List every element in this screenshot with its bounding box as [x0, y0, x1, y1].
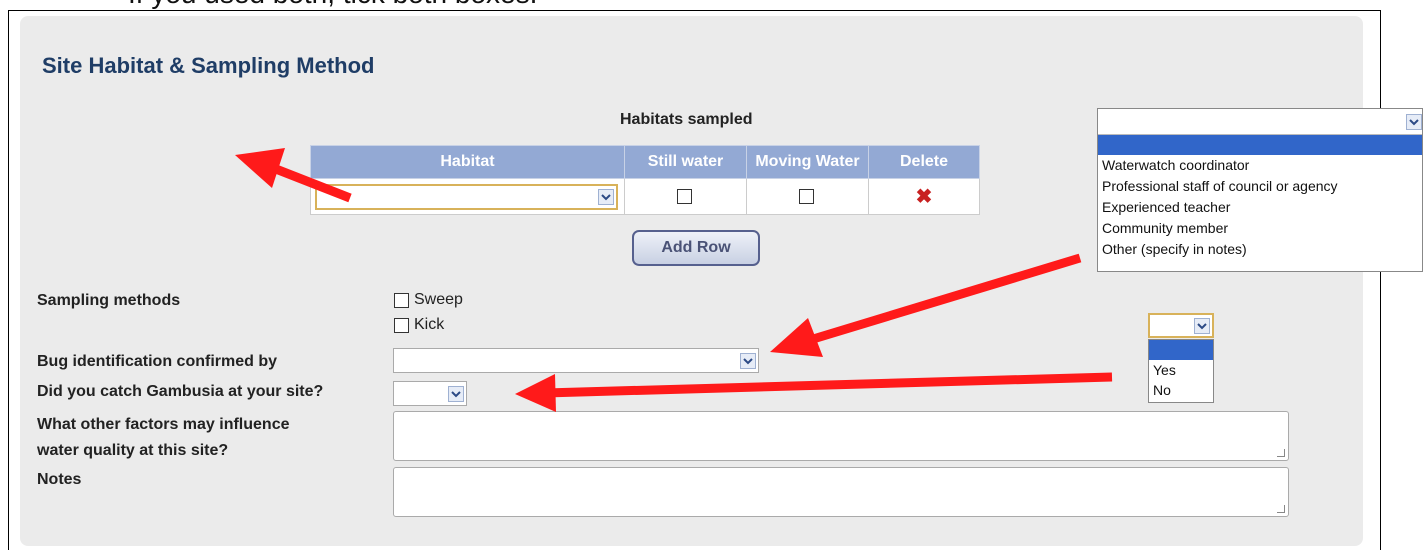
arrow-head	[515, 374, 556, 412]
arrow-head	[235, 148, 285, 188]
annotation-arrows	[235, 148, 1113, 412]
arrow-to-gambusia	[544, 372, 1113, 398]
arrow-to-bug-id	[798, 253, 1082, 348]
arrow-head	[770, 318, 823, 357]
